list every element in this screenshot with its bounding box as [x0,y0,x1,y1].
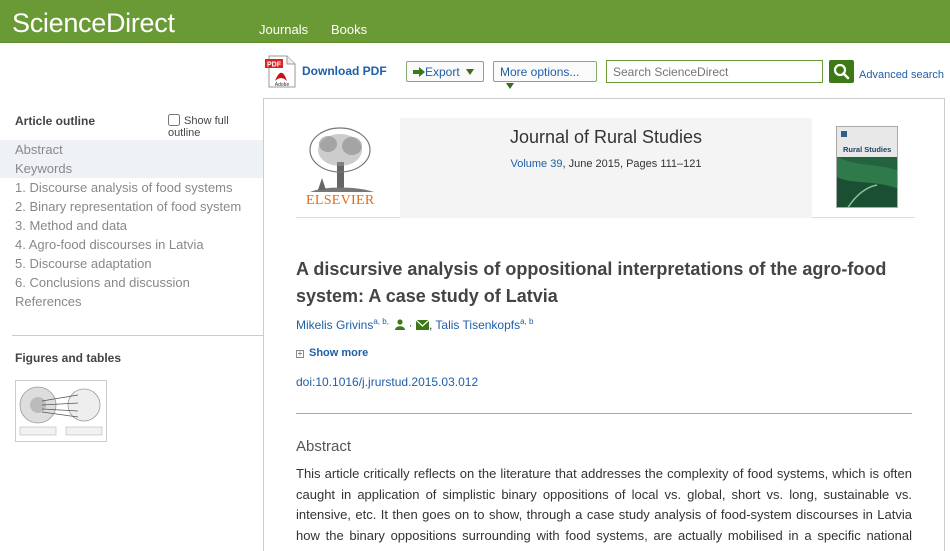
journal-cover[interactable]: Rural Studies [836,126,898,208]
abstract-heading: Abstract [296,438,352,455]
journal-meta: Volume 39, June 2015, Pages 111–121 [400,158,812,170]
elsevier-wordmark: ELSEVIER [306,193,375,208]
outline-item-abstract[interactable]: Abstract [0,140,263,159]
search-input[interactable] [606,60,823,83]
export-button[interactable]: Export [406,61,484,82]
outline-item-section-3[interactable]: 3. Method and data [0,216,263,235]
journal-header: ELSEVIER Journal of Rural Studies Volume… [296,118,915,218]
volume-link[interactable]: Volume 39 [510,158,562,170]
author-affiliation[interactable]: a, b [520,317,533,326]
show-full-outline-checkbox[interactable] [168,114,180,126]
outline-item-section-5[interactable]: 5. Discourse adaptation [0,254,263,273]
search-button[interactable] [829,60,854,83]
svg-text:PDF: PDF [267,62,282,69]
nav-books[interactable]: Books [331,22,367,37]
author-name[interactable]: Mikelis Grivins [296,318,373,332]
more-options-button[interactable]: More options... [493,61,597,89]
person-icon[interactable] [395,319,406,330]
author-affiliation[interactable]: a, b, [373,317,389,326]
chevron-down-icon [506,83,514,89]
export-label: Export [425,65,460,79]
abstract-text: This article critically reflects on the … [296,466,912,551]
issue-details: , June 2015, Pages 111–121 [562,158,702,170]
content-divider [296,413,912,414]
cover-title: Rural Studies [843,145,891,154]
plus-icon: + [296,349,304,358]
svg-text:Adobe: Adobe [275,82,290,88]
advanced-search-link[interactable]: Advanced search [859,69,944,81]
doi-link[interactable]: doi:10.1016/j.jrurstud.2015.03.012 [296,375,478,389]
outline-item-section-2[interactable]: 2. Binary representation of food system [0,197,263,216]
show-more-label: Show more [309,347,369,359]
journal-title[interactable]: Journal of Rural Studies [400,127,812,148]
outline-list: Abstract Keywords 1. Discourse analysis … [0,140,263,311]
outline-item-section-6[interactable]: 6. Conclusions and discussion [0,273,263,292]
journal-band: Journal of Rural Studies Volume 39, June… [400,118,812,218]
authors-line: Mikelis Grivinsa, b, · , Talis Tisenkopf… [296,317,534,332]
outline-item-section-4[interactable]: 4. Agro-food discourses in Latvia [0,235,263,254]
search-icon [833,63,850,80]
author-name[interactable]: Talis Tisenkopfs [435,318,520,332]
sciencedirect-logo[interactable]: ScienceDirect [12,8,175,39]
article-title: A discursive analysis of oppositional in… [296,259,887,306]
outline-item-section-1[interactable]: 1. Discourse analysis of food systems [0,178,263,197]
export-icon [413,67,425,77]
download-pdf-link[interactable]: Download PDF [302,64,387,78]
article-sidebar: Article outline Show full outline Abstra… [0,100,263,551]
pdf-icon[interactable]: PDF Adobe [265,55,297,88]
outline-item-keywords[interactable]: Keywords [0,159,263,178]
more-options-label: More options... [500,65,580,79]
figure-thumbnail[interactable] [15,380,107,442]
outline-title: Article outline [15,114,96,128]
show-more-toggle[interactable]: + Show more [296,347,368,359]
figure-diagram-image [19,386,103,436]
nav-journals[interactable]: Journals [259,22,308,37]
sidebar-divider [12,335,263,336]
outline-item-references[interactable]: References [0,292,263,311]
chevron-down-icon [465,69,474,75]
article-main: ELSEVIER Journal of Rural Studies Volume… [263,98,945,551]
figures-title: Figures and tables [15,351,122,365]
show-full-outline[interactable]: Show full outline [168,114,263,139]
journal-cover-image: Rural Studies [837,127,897,207]
email-icon[interactable] [415,319,430,330]
elsevier-tree-logo[interactable] [304,124,380,204]
top-header: ScienceDirect Journals Books [0,0,950,43]
